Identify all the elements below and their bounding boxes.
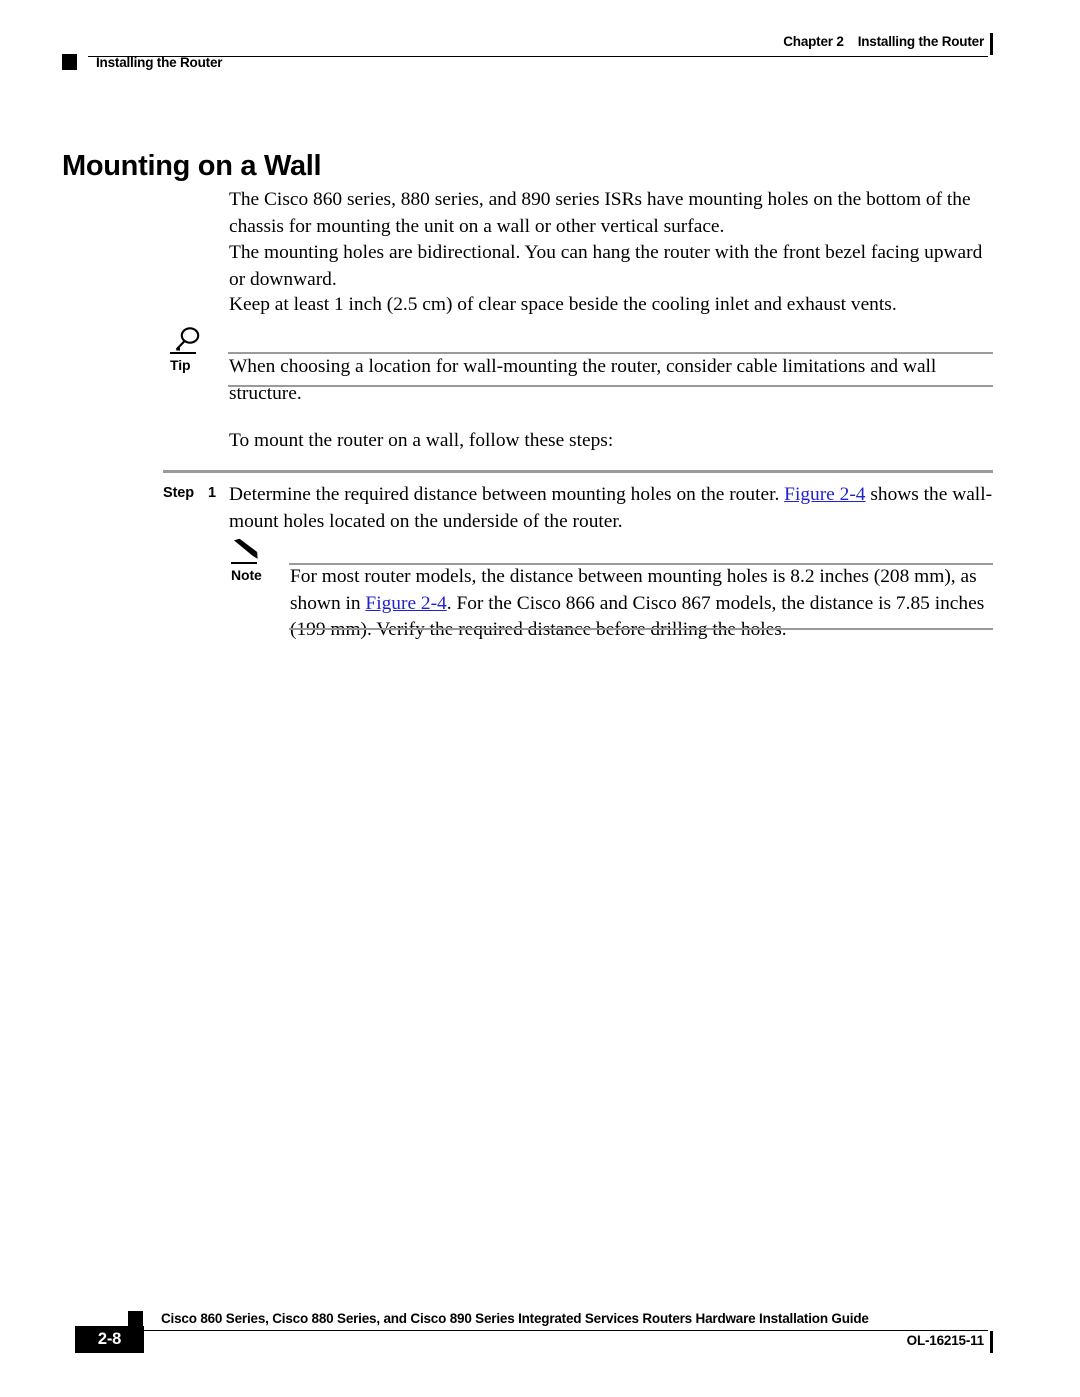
note-rule-bottom — [289, 628, 993, 630]
paragraph-steps-lead-in: To mount the router on a wall, follow th… — [229, 430, 614, 451]
magnifying-glass-icon — [175, 327, 200, 351]
note-text: For most router models, the distance bet… — [290, 564, 993, 644]
footer-rule — [128, 1330, 988, 1331]
paragraph-bidirectional: The mounting holes are bidirectional. Yo… — [229, 242, 983, 290]
header-bullet-square-icon — [62, 54, 77, 70]
header-rule — [88, 56, 988, 57]
footer-bullet-square-icon — [128, 1311, 143, 1327]
footer-edge-tick — [990, 1331, 993, 1353]
document-page: Chapter 2 Installing the Router Installin… — [0, 0, 1080, 1397]
figure-2-4-link-note[interactable]: Figure 2-4 — [365, 593, 446, 614]
paragraph-clearance: Keep at least 1 inch (2.5 cm) of clear s… — [229, 294, 897, 315]
pencil-icon — [234, 538, 258, 559]
paragraph-intro: The Cisco 860 series, 880 series, and 89… — [229, 189, 971, 237]
footer-guide-title: Cisco 860 Series, Cisco 880 Series, and … — [161, 1311, 869, 1326]
header-chapter-title: Installing the Router — [857, 34, 985, 49]
header-edge-tick — [990, 33, 993, 55]
running-header: Chapter 2 Installing the Router Installin… — [0, 0, 1080, 90]
note-label: Note — [231, 567, 262, 583]
footer-page-number: 2-8 — [97, 1330, 122, 1348]
page-title: Mounting on a Wall — [62, 150, 322, 183]
step-label: Step 1 — [163, 485, 216, 501]
header-chapter-block: Chapter 2 Installing the Router — [783, 34, 984, 49]
step-text: Determine the required distance between … — [229, 482, 993, 535]
footer-document-id: OL-16215-11 — [906, 1333, 985, 1348]
note-icon-underline — [231, 562, 257, 564]
step-label-word: Step — [163, 485, 195, 501]
tip-icon-underline — [170, 352, 196, 354]
step-number: 1 — [208, 485, 216, 501]
figure-2-4-link-step[interactable]: Figure 2-4 — [784, 484, 865, 505]
step-text-before: Determine the required distance between … — [229, 484, 785, 505]
tip-rule-bottom — [228, 385, 993, 387]
tip-text: When choosing a location for wall-mounti… — [229, 356, 937, 404]
step-rule — [163, 470, 993, 473]
header-section-title: Installing the Router — [96, 55, 223, 70]
header-chapter-label: Chapter 2 — [783, 34, 844, 49]
tip-label: Tip — [170, 357, 191, 373]
